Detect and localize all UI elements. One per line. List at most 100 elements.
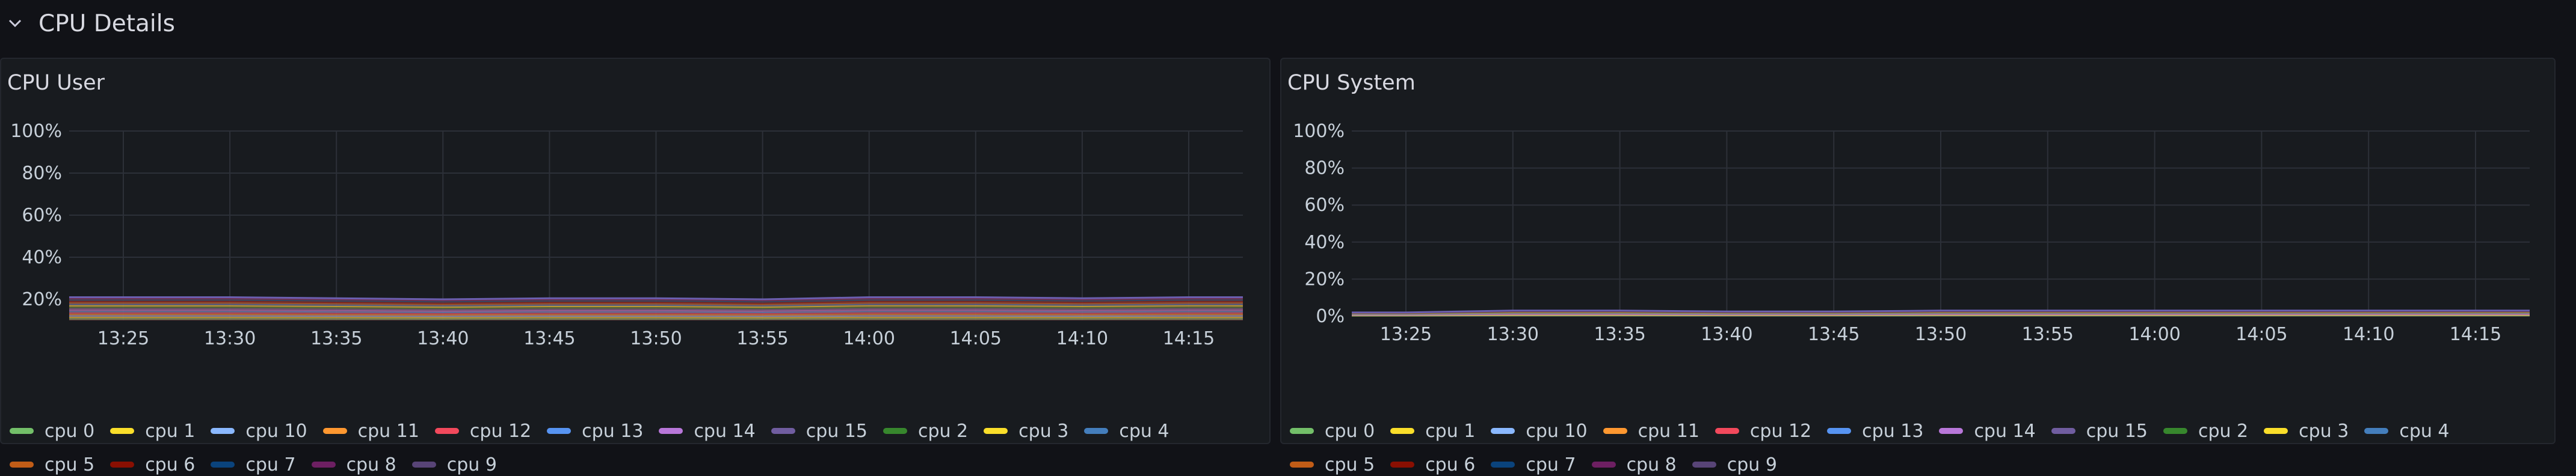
legend-label: cpu 1 bbox=[145, 421, 195, 442]
legend-item[interactable]: cpu 11 bbox=[323, 420, 419, 442]
x-tick-label: 13:55 bbox=[2022, 324, 2074, 345]
legend-item[interactable]: cpu 12 bbox=[435, 420, 531, 442]
legend-item[interactable]: cpu 7 bbox=[1491, 453, 1576, 476]
legend-item[interactable]: cpu 4 bbox=[1084, 420, 1169, 442]
legend-item[interactable]: cpu 6 bbox=[110, 453, 195, 476]
legend-item[interactable]: cpu 8 bbox=[1592, 453, 1677, 476]
legend-item[interactable]: cpu 9 bbox=[412, 453, 497, 476]
y-tick-label: 20% bbox=[1304, 269, 1345, 290]
cpu-system-chart[interactable]: 0%20%40%60%80%100%13:2513:3013:3513:4013… bbox=[1281, 59, 2557, 395]
series-line bbox=[69, 313, 1243, 314]
y-tick-label: 20% bbox=[22, 289, 62, 310]
legend-swatch bbox=[1491, 462, 1515, 468]
legend-item[interactable]: cpu 3 bbox=[984, 420, 1068, 442]
legend-label: cpu 5 bbox=[1325, 454, 1375, 475]
x-tick-label: 13:50 bbox=[1915, 324, 1967, 345]
legend-swatch bbox=[1827, 428, 1851, 434]
legend-swatch bbox=[1692, 462, 1716, 468]
legend: cpu 0 cpu 1 cpu 10 cpu 11 cpu 12 cpu 13 cpu 14… bbox=[10, 420, 1261, 476]
legend-item[interactable]: cpu 7 bbox=[211, 453, 295, 476]
x-tick-label: 14:00 bbox=[843, 328, 895, 349]
legend-item[interactable]: cpu 0 bbox=[1290, 420, 1375, 442]
x-tick-label: 13:25 bbox=[1380, 324, 1432, 345]
legend-item[interactable]: cpu 15 bbox=[771, 420, 867, 442]
x-tick-label: 13:50 bbox=[630, 328, 682, 349]
legend-item[interactable]: cpu 3 bbox=[2264, 420, 2349, 442]
legend-swatch bbox=[1390, 462, 1414, 468]
legend-label: cpu 11 bbox=[1638, 421, 1699, 442]
legend-label: cpu 8 bbox=[1627, 454, 1677, 475]
legend-label: cpu 14 bbox=[1974, 421, 2035, 442]
legend-label: cpu 3 bbox=[1018, 421, 1068, 442]
legend-label: cpu 2 bbox=[2198, 421, 2248, 442]
legend-item[interactable]: cpu 4 bbox=[2364, 420, 2449, 442]
legend-swatch bbox=[110, 462, 134, 468]
cpu-user-chart[interactable]: 20%40%60%80%100%13:2513:3013:3513:4013:4… bbox=[1, 59, 1272, 395]
x-tick-label: 14:10 bbox=[1056, 328, 1108, 349]
legend-item[interactable]: cpu 12 bbox=[1715, 420, 1811, 442]
legend-item[interactable]: cpu 14 bbox=[1939, 420, 2035, 442]
legend-label: cpu 0 bbox=[1325, 421, 1375, 442]
legend-item[interactable]: cpu 1 bbox=[1390, 420, 1475, 442]
legend-item[interactable]: cpu 0 bbox=[10, 420, 94, 442]
x-tick-label: 13:35 bbox=[310, 328, 362, 349]
legend-label: cpu 10 bbox=[245, 421, 307, 442]
legend-label: cpu 12 bbox=[1750, 421, 1811, 442]
legend-label: cpu 15 bbox=[2086, 421, 2148, 442]
legend-item[interactable]: cpu 13 bbox=[547, 420, 643, 442]
chevron-down-icon[interactable] bbox=[0, 0, 30, 47]
legend-label: cpu 12 bbox=[470, 421, 531, 442]
legend-item[interactable]: cpu 13 bbox=[1827, 420, 1923, 442]
x-tick-label: 13:30 bbox=[1487, 324, 1539, 345]
legend-swatch bbox=[1390, 428, 1414, 434]
legend-item[interactable]: cpu 10 bbox=[211, 420, 307, 442]
legend-item[interactable]: cpu 1 bbox=[110, 420, 195, 442]
legend-swatch bbox=[323, 428, 347, 434]
y-tick-label: 80% bbox=[1304, 158, 1345, 179]
legend-swatch bbox=[1491, 428, 1515, 434]
legend-item[interactable]: cpu 15 bbox=[2051, 420, 2148, 442]
legend-swatch bbox=[1290, 428, 1314, 434]
legend-swatch bbox=[1290, 462, 1314, 468]
x-tick-label: 14:10 bbox=[2343, 324, 2394, 345]
legend-item[interactable]: cpu 2 bbox=[2163, 420, 2248, 442]
legend-swatch bbox=[1084, 428, 1108, 434]
row-header[interactable]: CPU Details bbox=[0, 0, 2576, 47]
x-tick-label: 13:25 bbox=[97, 328, 149, 349]
legend-swatch bbox=[2264, 428, 2288, 434]
row-title[interactable]: CPU Details bbox=[39, 10, 175, 37]
y-tick-label: 100% bbox=[10, 121, 62, 142]
legend-swatch bbox=[1603, 428, 1627, 434]
legend-item[interactable]: cpu 9 bbox=[1692, 453, 1777, 476]
legend-swatch bbox=[10, 428, 34, 434]
x-tick-label: 14:00 bbox=[2128, 324, 2180, 345]
y-tick-label: 40% bbox=[1304, 232, 1345, 253]
legend-swatch bbox=[211, 428, 235, 434]
x-tick-label: 13:30 bbox=[204, 328, 256, 349]
legend-swatch bbox=[771, 428, 795, 434]
legend-item[interactable]: cpu 5 bbox=[10, 453, 94, 476]
legend-item[interactable]: cpu 5 bbox=[1290, 453, 1375, 476]
legend-item[interactable]: cpu 14 bbox=[659, 420, 755, 442]
legend-swatch bbox=[110, 428, 134, 434]
legend-label: cpu 8 bbox=[347, 454, 396, 475]
legend-label: cpu 6 bbox=[1425, 454, 1475, 475]
legend-swatch bbox=[883, 428, 907, 434]
y-tick-label: 60% bbox=[1304, 195, 1345, 216]
series-line bbox=[69, 314, 1243, 315]
legend-item[interactable]: cpu 2 bbox=[883, 420, 968, 442]
legend-item[interactable]: cpu 11 bbox=[1603, 420, 1699, 442]
legend-item[interactable]: cpu 8 bbox=[312, 453, 396, 476]
x-tick-label: 14:05 bbox=[950, 328, 1002, 349]
legend-item[interactable]: cpu 10 bbox=[1491, 420, 1587, 442]
legend-label: cpu 7 bbox=[245, 454, 295, 475]
legend-label: cpu 13 bbox=[1862, 421, 1923, 442]
legend-swatch bbox=[211, 462, 235, 468]
legend-label: cpu 2 bbox=[918, 421, 968, 442]
y-tick-label: 0% bbox=[1316, 306, 1345, 327]
legend-item[interactable]: cpu 6 bbox=[1390, 453, 1475, 476]
legend-swatch bbox=[312, 462, 336, 468]
y-tick-label: 60% bbox=[22, 205, 62, 226]
legend-label: cpu 1 bbox=[1425, 421, 1475, 442]
legend-swatch bbox=[10, 462, 34, 468]
